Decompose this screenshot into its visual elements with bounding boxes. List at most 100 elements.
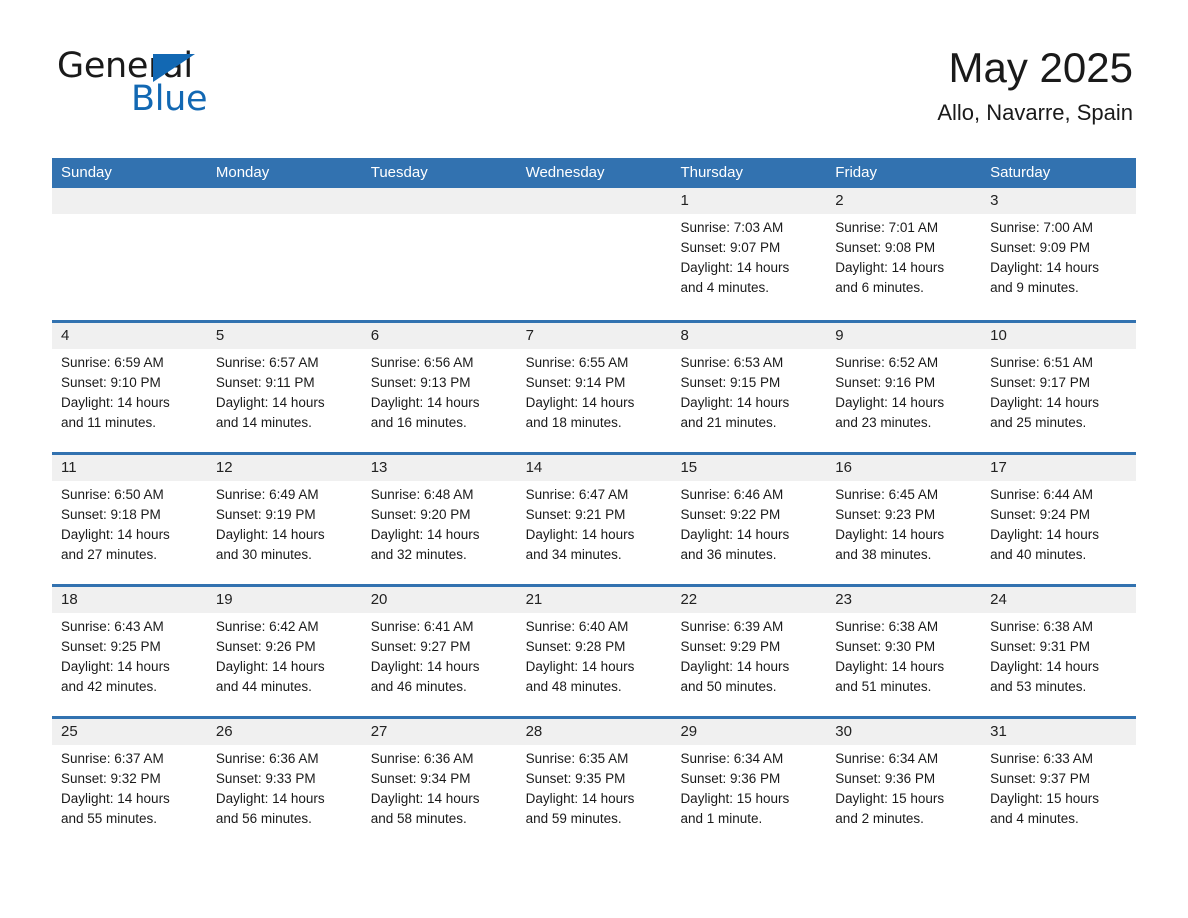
daylight-text-line2: and 14 minutes.: [215, 415, 312, 430]
day-cell[interactable]: 27 Sunrise: 6:36 AM Sunset: 9:34 PM Dayligh…: [362, 719, 517, 848]
sunrise-text: Sunrise: 6:44 AM: [990, 487, 1093, 502]
day-info: Sunrise: 6:36 AM Sunset: 9:33 PM Daylight:…: [216, 749, 356, 829]
daylight-text-line2: and 42 minutes.: [61, 679, 158, 694]
daylight-text-line2: and 11 minutes.: [61, 415, 157, 430]
sunset-text: Sunset: 9:28 PM: [525, 639, 626, 654]
daylight-text-line2: and 59 minutes.: [525, 811, 622, 826]
day-number: [526, 188, 666, 214]
day-cell-empty: [517, 188, 672, 320]
sunrise-text: Sunrise: 7:01 AM: [835, 220, 939, 235]
sunset-text: Sunset: 9:31 PM: [990, 639, 1090, 654]
sunset-text: Sunset: 9:22 PM: [680, 507, 781, 522]
day-info: Sunrise: 6:50 AM Sunset: 9:18 PM Daylight:…: [61, 485, 201, 565]
day-cell[interactable]: 18 Sunrise: 6:43 AM Sunset: 9:25 PM Dayligh…: [52, 587, 207, 716]
weekday-header-saturday: Saturday: [990, 164, 1051, 181]
day-cell[interactable]: 1 Sunrise: 7:03 AM Sunset: 9:07 PM Daylight…: [671, 188, 826, 320]
daylight-text-line1: Daylight: 15 hours: [990, 791, 1099, 806]
day-cell[interactable]: 8 Sunrise: 6:53 AM Sunset: 9:15 PM Daylight…: [671, 323, 826, 452]
day-number: 19: [215, 591, 233, 608]
daylight-text-line1: Daylight: 15 hours: [680, 791, 790, 806]
day-cell[interactable]: 25 Sunrise: 6:37 AM Sunset: 9:32 PM Dayligh…: [52, 719, 207, 848]
day-number: 25: [61, 723, 78, 740]
day-cell[interactable]: 12 Sunrise: 6:49 AM Sunset: 9:19 PM Dayligh…: [207, 455, 362, 584]
day-info: Sunrise: 6:48 AM Sunset: 9:20 PM Daylight:…: [371, 485, 511, 565]
day-info: Sunrise: 6:57 AM Sunset: 9:11 PM Daylight:…: [216, 353, 356, 433]
weekday-header-friday: Friday: [835, 164, 877, 181]
daylight-text-line2: and 4 minutes.: [990, 811, 1079, 826]
day-info: Sunrise: 6:47 AM Sunset: 9:21 PM Daylight:…: [526, 485, 666, 565]
day-number: 8: [680, 327, 689, 344]
day-cell[interactable]: 2 Sunrise: 7:01 AM Sunset: 9:08 PM Daylight…: [826, 188, 981, 320]
daylight-text-line1: Daylight: 14 hours: [990, 659, 1099, 674]
day-number: 6: [370, 327, 380, 344]
day-number: 27: [370, 723, 388, 740]
day-cell[interactable]: 23 Sunrise: 6:38 AM Sunset: 9:30 PM Dayligh…: [826, 587, 981, 716]
day-cell[interactable]: 20 Sunrise: 6:41 AM Sunset: 9:27 PM Dayligh…: [362, 587, 517, 716]
daylight-text-line1: Daylight: 14 hours: [990, 527, 1099, 542]
daylight-text-line2: and 27 minutes.: [61, 547, 158, 562]
day-info: Sunrise: 6:38 AM Sunset: 9:31 PM Daylight:…: [990, 617, 1130, 697]
sunrise-text: Sunrise: 6:57 AM: [215, 355, 319, 370]
sunrise-text: Sunrise: 6:47 AM: [525, 487, 629, 502]
sunset-text: Sunset: 9:23 PM: [835, 507, 936, 522]
day-cell[interactable]: 14 Sunrise: 6:47 AM Sunset: 9:21 PM Dayligh…: [517, 455, 672, 584]
sunrise-text: Sunrise: 6:35 AM: [525, 751, 629, 766]
day-number: 12: [215, 459, 233, 476]
day-cell[interactable]: 26 Sunrise: 6:36 AM Sunset: 9:33 PM Dayligh…: [207, 719, 362, 848]
sunset-text: Sunset: 9:26 PM: [215, 639, 316, 654]
daylight-text-line1: Daylight: 14 hours: [835, 527, 945, 542]
day-cell[interactable]: 19 Sunrise: 6:42 AM Sunset: 9:26 PM Dayligh…: [207, 587, 362, 716]
day-cell[interactable]: 11 Sunrise: 6:50 AM Sunset: 9:18 PM Dayligh…: [52, 455, 207, 584]
daylight-text-line2: and 44 minutes.: [215, 679, 312, 694]
day-cell[interactable]: 31 Sunrise: 6:33 AM Sunset: 9:37 PM Dayligh…: [981, 719, 1136, 848]
sunrise-text: Sunrise: 6:49 AM: [215, 487, 319, 502]
daylight-text-line2: and 50 minutes.: [680, 679, 777, 694]
day-cell[interactable]: 6 Sunrise: 6:56 AM Sunset: 9:13 PM Daylight…: [362, 323, 517, 452]
daylight-text-line2: and 18 minutes.: [525, 415, 622, 430]
day-cell[interactable]: 28 Sunrise: 6:35 AM Sunset: 9:35 PM Dayligh…: [517, 719, 672, 848]
day-info: Sunrise: 6:49 AM Sunset: 9:19 PM Daylight:…: [216, 485, 356, 565]
sunset-text: Sunset: 9:08 PM: [835, 240, 936, 255]
day-cell[interactable]: 13 Sunrise: 6:48 AM Sunset: 9:20 PM Dayligh…: [362, 455, 517, 584]
day-cell[interactable]: 4 Sunrise: 6:59 AM Sunset: 9:10 PM Daylight…: [52, 323, 207, 452]
day-cell[interactable]: 24 Sunrise: 6:38 AM Sunset: 9:31 PM Dayligh…: [981, 587, 1136, 716]
sunrise-text: Sunrise: 6:51 AM: [990, 355, 1093, 370]
week-row: 1 Sunrise: 7:03 AM Sunset: 9:07 PM Daylight…: [52, 188, 1136, 320]
day-cell[interactable]: 21 Sunrise: 6:40 AM Sunset: 9:28 PM Dayligh…: [517, 587, 672, 716]
day-cell[interactable]: 30 Sunrise: 6:34 AM Sunset: 9:36 PM Dayligh…: [826, 719, 981, 848]
day-number: 28: [525, 723, 543, 740]
daylight-text-line1: Daylight: 14 hours: [680, 395, 790, 410]
weekday-header-monday: Monday: [215, 164, 270, 181]
daylight-text-line1: Daylight: 14 hours: [525, 791, 635, 806]
day-cell[interactable]: 10 Sunrise: 6:51 AM Sunset: 9:17 PM Dayligh…: [981, 323, 1136, 452]
day-cell[interactable]: 22 Sunrise: 6:39 AM Sunset: 9:29 PM Dayligh…: [671, 587, 826, 716]
sunrise-text: Sunrise: 6:55 AM: [525, 355, 629, 370]
day-cell[interactable]: 15 Sunrise: 6:46 AM Sunset: 9:22 PM Dayligh…: [671, 455, 826, 584]
day-cell[interactable]: 16 Sunrise: 6:45 AM Sunset: 9:23 PM Dayligh…: [826, 455, 981, 584]
masthead: General Blue May 2025 Allo, Navarre, Spa…: [0, 0, 1188, 125]
daylight-text-line2: and 38 minutes.: [835, 547, 932, 562]
sunset-text: Sunset: 9:18 PM: [61, 507, 161, 522]
daylight-text-line2: and 58 minutes.: [370, 811, 467, 826]
day-cell[interactable]: 29 Sunrise: 6:34 AM Sunset: 9:36 PM Dayligh…: [671, 719, 826, 848]
day-number: 14: [525, 459, 543, 476]
sunrise-text: Sunrise: 6:42 AM: [215, 619, 319, 634]
day-cell[interactable]: 9 Sunrise: 6:52 AM Sunset: 9:16 PM Daylight…: [826, 323, 981, 452]
sunset-text: Sunset: 9:09 PM: [990, 240, 1090, 255]
sunrise-text: Sunrise: 6:37 AM: [61, 751, 164, 766]
daylight-text-line2: and 4 minutes.: [680, 280, 769, 295]
sunrise-text: Sunrise: 6:34 AM: [680, 751, 784, 766]
day-cell[interactable]: 5 Sunrise: 6:57 AM Sunset: 9:11 PM Daylight…: [207, 323, 362, 452]
day-cell[interactable]: 17 Sunrise: 6:44 AM Sunset: 9:24 PM Dayligh…: [981, 455, 1136, 584]
day-cell[interactable]: 3 Sunrise: 7:00 AM Sunset: 9:09 PM Daylight…: [981, 188, 1136, 320]
sunset-text: Sunset: 9:24 PM: [990, 507, 1090, 522]
daylight-text-line2: and 32 minutes.: [370, 547, 467, 562]
day-number: 16: [835, 459, 852, 476]
day-cell[interactable]: 7 Sunrise: 6:55 AM Sunset: 9:14 PM Daylight…: [517, 323, 672, 452]
daylight-text-line1: Daylight: 14 hours: [370, 791, 480, 806]
sunset-text: Sunset: 9:30 PM: [835, 639, 936, 654]
daylight-text-line2: and 21 minutes.: [680, 415, 777, 430]
generalblue-logo[interactable]: General Blue: [57, 48, 377, 120]
calendar-page: General Blue May 2025 Allo, Navarre, Spa…: [0, 0, 1188, 918]
sunset-text: Sunset: 9:25 PM: [61, 639, 161, 654]
